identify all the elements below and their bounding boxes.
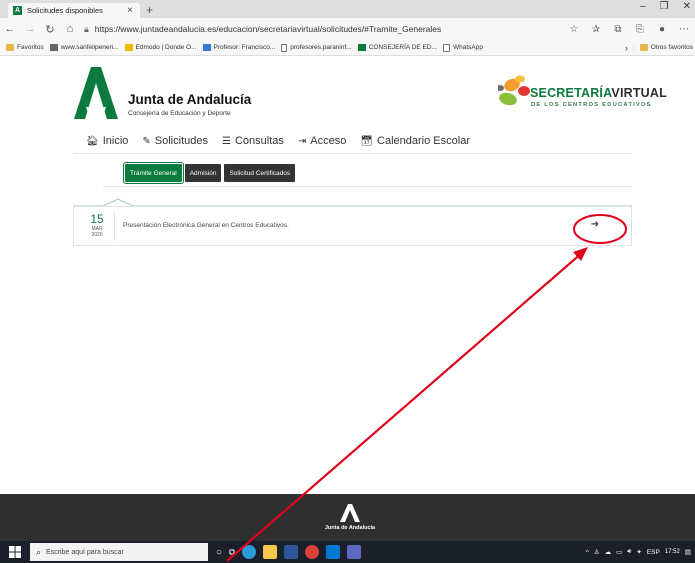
word-icon[interactable] xyxy=(284,545,299,559)
back-icon[interactable]: ← xyxy=(0,23,20,35)
taskbar-search-input[interactable]: ⌕ Escribe aquí para buscar xyxy=(30,543,208,561)
bookmark-consejeria[interactable]: CONSEJERÍA DE ED... xyxy=(357,44,437,51)
favorites-bar-icon[interactable]: ✰ xyxy=(585,24,607,35)
sign-in-icon[interactable]: ➜ xyxy=(588,218,602,232)
refresh-icon[interactable]: ↻ xyxy=(40,23,60,36)
junta-icon xyxy=(357,44,366,51)
menu-divider xyxy=(73,153,632,154)
footer-text: Junta de Andalucía xyxy=(324,525,376,531)
menu-inicio[interactable]: 🏠︎ Inicio xyxy=(86,135,128,147)
maximize-icon[interactable]: ❐ xyxy=(660,1,669,12)
sv-subtitle: DE LOS CENTROS EDUCATIVOS xyxy=(531,102,652,108)
menu-consultas[interactable]: ☰ Consultas xyxy=(222,135,284,147)
list-item: 15 MAR 2020 Presentación Electrónica Gen… xyxy=(73,206,632,246)
cortana-icon[interactable]: ○ xyxy=(216,547,222,558)
minimize-icon[interactable]: – xyxy=(640,1,646,12)
person-icon[interactable]: ♙ xyxy=(594,548,600,556)
folder-icon xyxy=(6,44,14,51)
tab-title: Solicitudes disponibles xyxy=(27,6,103,15)
language-indicator[interactable]: ESP xyxy=(647,549,660,556)
collections-icon[interactable]: ⧉ xyxy=(607,24,629,35)
chevron-right-icon[interactable]: › xyxy=(625,43,628,53)
address-bar: ← → ↻ ⌂ 🔒︎ https://www.juntadeandalucia.… xyxy=(0,18,695,40)
subtabs: Trámite General Admisión Solicitud Certi… xyxy=(123,162,296,184)
sv-title: SECRETARÍAVIRTUAL xyxy=(530,86,667,100)
site-header: Junta de Andalucía Consejería de Educaci… xyxy=(0,57,695,127)
bookmark-profesor[interactable]: Profesor: Francisco... xyxy=(202,44,275,51)
bookmark-paraninfo[interactable]: profesores.paraninf... xyxy=(281,43,352,52)
clock[interactable]: 17:52 xyxy=(665,548,680,556)
date-separator xyxy=(114,211,115,241)
chevron-up-icon[interactable]: ^ xyxy=(586,549,589,556)
chrome-icon[interactable] xyxy=(305,545,320,559)
notifications-icon[interactable]: ▤ xyxy=(685,548,691,556)
tab-solicitud-certificados[interactable]: Solicitud Certificados xyxy=(224,164,296,182)
task-view-icon[interactable]: ⧉ xyxy=(229,547,235,558)
volume-icon[interactable]: 🔊︎ xyxy=(627,548,631,556)
date-badge: 15 MAR 2020 xyxy=(90,212,104,239)
tab-tramite-general[interactable]: Trámite General xyxy=(123,162,184,184)
folder-icon xyxy=(639,44,648,51)
windows-logo-icon xyxy=(9,546,21,558)
share-icon[interactable]: ⎘ xyxy=(629,24,651,35)
org-subtitle: Consejería de Educación y Deporte xyxy=(128,110,231,117)
forward-icon[interactable]: → xyxy=(20,23,40,35)
menu-solicitudes[interactable]: ✎ Solicitudes xyxy=(142,135,208,147)
bookmark-whatsapp[interactable]: WhatsApp xyxy=(443,43,483,52)
onedrive-icon[interactable]: ☁ xyxy=(605,548,612,556)
site-icon xyxy=(202,44,211,51)
calendar-icon: 📅︎ xyxy=(360,135,374,147)
bookmark-favoritos[interactable]: Favoritos xyxy=(6,44,44,51)
org-name: Junta de Andalucía xyxy=(128,92,252,107)
system-tray: ^ ♙ ☁ ▭ 🔊︎ ✦ ESP 17:52 ▤ xyxy=(586,541,691,563)
pencil-icon: ✎ xyxy=(142,135,151,147)
home-icon: 🏠︎ xyxy=(86,135,99,147)
edmodo-icon xyxy=(124,44,133,51)
main-menu: 🏠︎ Inicio ✎ Solicitudes ☰ Consultas ⇥ Acceso… xyxy=(86,133,484,149)
junta-favicon-icon: A xyxy=(13,6,22,15)
page-content: Junta de Andalucía Consejería de Educaci… xyxy=(0,57,695,494)
edge-icon[interactable] xyxy=(242,545,257,559)
menu-acceso[interactable]: ⇥ Acceso xyxy=(298,135,346,147)
mail-icon[interactable] xyxy=(326,545,341,559)
bookmark-sanfelipeneri[interactable]: www.sanfelipeneri... xyxy=(49,44,119,51)
file-explorer-icon[interactable] xyxy=(263,545,278,559)
url-text: https://www.juntadeandalucia.es/educacio… xyxy=(94,24,442,34)
home-icon[interactable]: ⌂ xyxy=(60,23,80,35)
bookmark-other-favorites[interactable]: Otros favoritos xyxy=(639,44,693,51)
listing-title[interactable]: Presentación Electrónica General en Cent… xyxy=(123,222,289,229)
sign-in-icon: ⇥ xyxy=(297,135,307,147)
profile-icon[interactable]: ● xyxy=(651,24,673,35)
browser-tab[interactable]: A Solicitudes disponibles × xyxy=(8,3,140,18)
browser-tab-bar: A Solicitudes disponibles × + – ❐ ✕ xyxy=(0,0,695,18)
start-button[interactable] xyxy=(0,541,30,563)
search-icon: ⌕ xyxy=(36,546,42,557)
bookmark-edmodo[interactable]: Edmodo | Donde O... xyxy=(124,44,197,51)
list-icon: ☰ xyxy=(221,135,231,147)
url-field[interactable]: 🔒︎ https://www.juntadeandalucia.es/educa… xyxy=(84,21,504,37)
favorite-star-icon[interactable]: ☆ xyxy=(563,24,585,35)
lock-icon: 🔒︎ xyxy=(84,23,89,34)
page-icon xyxy=(443,43,450,52)
more-icon[interactable]: ⋯ xyxy=(673,24,695,35)
junta-andalucia-logo-icon xyxy=(340,504,360,522)
site-footer: Junta de Andalucía xyxy=(0,494,695,541)
junta-andalucia-logo-icon[interactable] xyxy=(74,67,118,119)
bookmarks-bar: Favoritos www.sanfelipeneri... Edmodo | … xyxy=(0,40,695,56)
network-icon[interactable]: ▭ xyxy=(616,548,622,556)
menu-calendario[interactable]: 📅︎ Calendario Escolar xyxy=(360,135,470,147)
tab-admision[interactable]: Admisión xyxy=(184,164,222,182)
app-icon[interactable] xyxy=(347,545,362,559)
page-icon xyxy=(281,43,288,52)
dropbox-icon[interactable]: ✦ xyxy=(636,548,641,556)
site-icon xyxy=(49,44,58,51)
windows-taskbar: ⌕ Escribe aquí para buscar ○ ⧉ ^ ♙ ☁ ▭ 🔊… xyxy=(0,541,695,563)
subtab-divider xyxy=(103,186,632,187)
tab-close-icon[interactable]: × xyxy=(125,5,135,16)
new-tab-button[interactable]: + xyxy=(146,3,153,17)
close-window-icon[interactable]: ✕ xyxy=(683,1,691,12)
